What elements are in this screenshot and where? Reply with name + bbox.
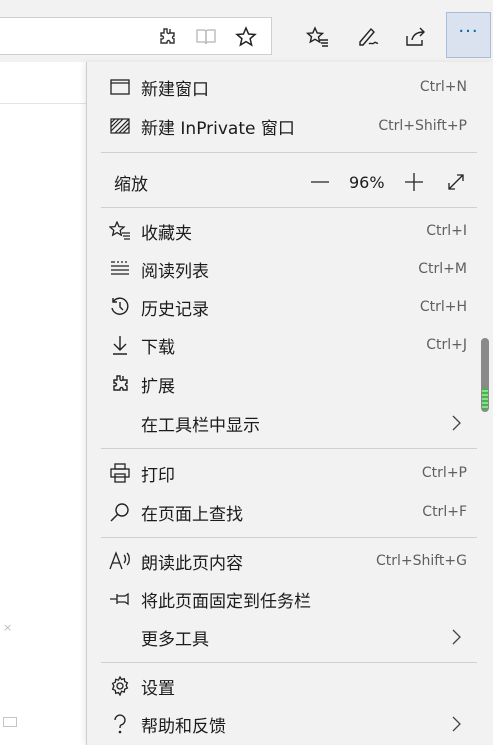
menu-item-show-in-toolbar[interactable]: 在工具栏中显示 [87,404,485,442]
menu-item-read-aloud[interactable]: 朗读此页内容 Ctrl+Shift+G [87,542,485,580]
fullscreen-button[interactable] [445,171,467,193]
menu-item-label: 打印 [141,465,175,486]
page-corner-icon [3,717,17,727]
menu-item-help-and-feedback[interactable]: 帮助和反馈 [87,705,485,743]
menu-item-label: 在工具栏中显示 [141,415,260,436]
share-icon[interactable] [401,22,431,52]
menu-item-shortcut: Ctrl+I [426,223,467,239]
menu-item-label: 更多工具 [141,629,209,650]
chevron-right-icon [452,629,461,645]
menu-item-label: 新建 InPrivate 窗口 [141,118,295,139]
menu-item-label: 阅读列表 [141,261,209,282]
notes-pen-icon[interactable] [353,22,383,52]
menu-item-zoom: 缩放 96% [87,162,485,202]
menu-item-shortcut: Ctrl+J [426,337,467,353]
menu-separator [101,537,477,538]
menu-item-label: 朗读此页内容 [141,553,243,574]
reading-view-icon[interactable] [191,22,221,52]
menu-item-label: 下载 [141,337,175,358]
menu-item-find-on-page[interactable]: 在页面上查找 Ctrl+F [87,493,485,531]
menu-item-settings[interactable]: 设置 [87,667,485,705]
extension-icon[interactable] [152,22,182,52]
menu-item-new-window[interactable]: 新建窗口 Ctrl+N [87,68,485,106]
favorites-hub-icon[interactable] [303,22,333,52]
menu-item-label: 帮助和反馈 [141,716,226,737]
zoom-label: 缩放 [114,174,148,195]
menu-item-label: 收藏夹 [141,223,192,244]
browser-toolbar: ··· [0,0,493,62]
menu-item-more-tools[interactable]: 更多工具 [87,618,485,656]
more-dots-icon: ··· [458,20,479,42]
chevron-right-icon [452,415,461,431]
menu-item-label: 扩展 [141,376,175,397]
menu-separator [101,152,477,153]
scrollbar-grip[interactable] [482,388,488,410]
settings-and-more-button[interactable]: ··· [446,12,491,58]
window-icon [109,76,131,98]
menu-separator [101,448,477,449]
zoom-out-button[interactable] [309,171,331,193]
search-icon [109,501,131,523]
inprivate-window-icon [109,115,131,137]
menu-item-print[interactable]: 打印 Ctrl+P [87,454,485,492]
menu-item-shortcut: Ctrl+M [418,261,467,277]
zoom-in-button[interactable] [403,171,425,193]
menu-separator [101,662,477,663]
download-icon [109,334,131,356]
extension-icon [109,373,131,395]
history-icon [109,296,131,318]
chevron-right-icon [452,716,461,732]
page-divider [0,103,86,104]
menu-item-downloads[interactable]: 下载 Ctrl+J [87,326,485,364]
menu-item-label: 新建窗口 [141,79,209,100]
menu-item-shortcut: Ctrl+F [422,504,467,520]
gear-icon [109,675,131,697]
menu-item-shortcut: Ctrl+N [419,79,467,95]
help-question-icon [109,713,131,735]
menu-item-reading-list[interactable]: 阅读列表 Ctrl+M [87,250,485,288]
menu-item-label: 在页面上查找 [141,504,243,525]
reading-list-icon [109,258,131,280]
read-aloud-icon [109,550,131,572]
printer-icon [109,462,131,484]
menu-item-shortcut: Ctrl+Shift+P [378,118,467,134]
favorite-star-icon[interactable] [231,22,261,52]
menu-item-history[interactable]: 历史记录 Ctrl+H [87,288,485,326]
pin-icon [109,588,131,610]
close-icon[interactable]: × [3,621,12,634]
menu-item-label: 历史记录 [141,299,209,320]
menu-item-shortcut: Ctrl+Shift+G [375,553,467,569]
menu-item-extensions[interactable]: 扩展 [87,365,485,403]
menu-item-new-inprivate-window[interactable]: 新建 InPrivate 窗口 Ctrl+Shift+P [87,107,485,145]
menu-item-shortcut: Ctrl+P [421,465,467,481]
favorites-icon [109,220,131,242]
menu-item-shortcut: Ctrl+H [419,299,467,315]
menu-item-label: 设置 [141,678,175,699]
zoom-value: 96% [349,172,385,192]
menu-item-label: 将此页面固定到任务栏 [141,591,311,612]
menu-item-pin-to-taskbar[interactable]: 将此页面固定到任务栏 [87,580,485,618]
menu-separator [101,207,477,208]
menu-item-favorites[interactable]: 收藏夹 Ctrl+I [87,212,485,250]
settings-and-more-menu: 新建窗口 Ctrl+N 新建 InPrivate 窗口 Ctrl+Shift+P… [86,62,493,745]
